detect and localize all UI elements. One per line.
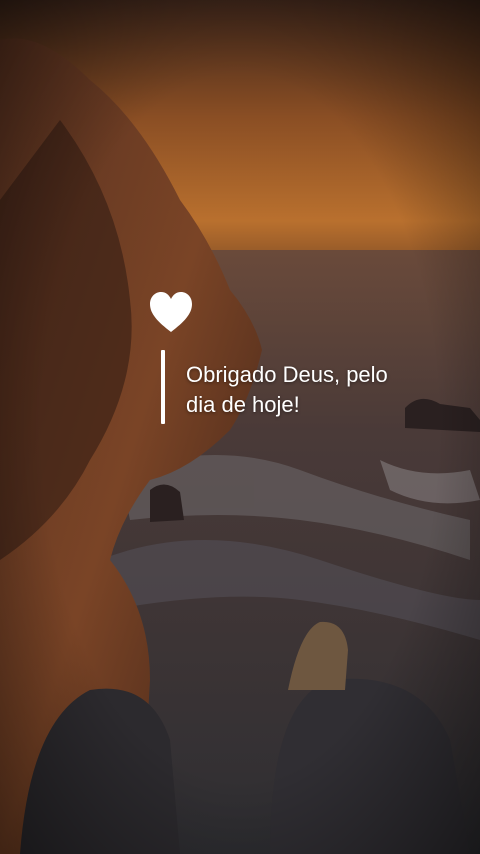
heart-icon bbox=[150, 292, 192, 332]
background-photo bbox=[0, 0, 480, 854]
accent-bar bbox=[161, 350, 165, 424]
caption-line-1: Obrigado Deus, pelo bbox=[186, 362, 388, 387]
caption-text: Obrigado Deus, pelo dia de hoje! bbox=[186, 360, 446, 420]
caption-line-2: dia de hoje! bbox=[186, 392, 300, 417]
